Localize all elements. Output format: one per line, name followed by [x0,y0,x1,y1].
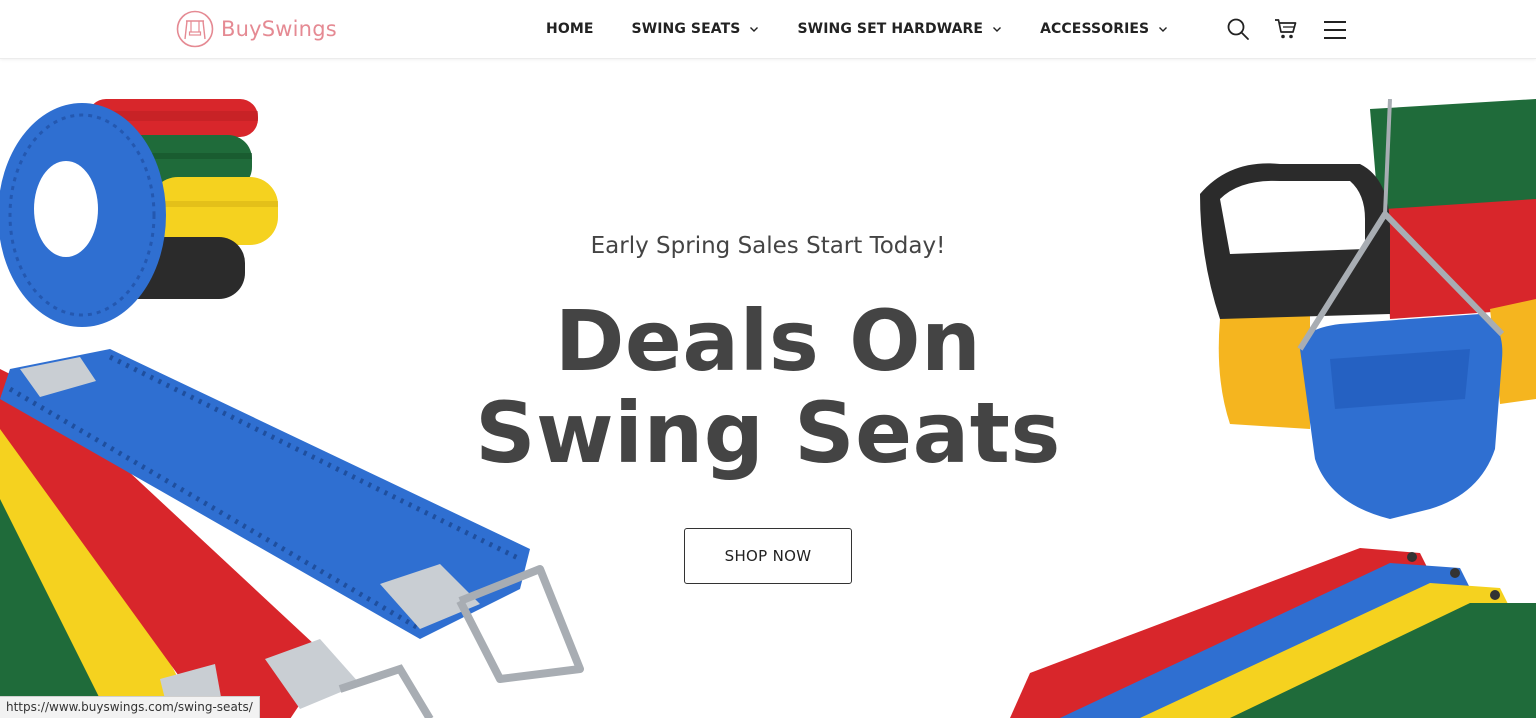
nav-item-label: HOME [546,21,594,37]
nav-item-label: SWING SEATS [631,21,741,37]
swing-logo-icon [176,10,214,48]
nav-item-accessories[interactable]: ACCESSORIES [1040,21,1168,37]
cart-button[interactable] [1274,17,1298,46]
bucket-swings-image [1200,99,1536,519]
nav-item-label: ACCESSORIES [1040,21,1150,37]
search-button[interactable] [1226,17,1250,46]
tire-swings-image [0,99,278,327]
nav-item-label: SWING SET HARDWARE [797,21,984,37]
menu-button[interactable] [1323,19,1347,46]
chevron-down-icon [750,27,759,32]
hero-title: Deals On Swing Seats [475,292,1061,482]
browser-status-url: https://www.buyswings.com/swing-seats/ [0,696,260,718]
chevron-down-icon [993,27,1002,32]
main-nav: HOME SWING SEATS SWING SET HARDWARE ACCE… [546,0,1206,58]
shop-now-button[interactable]: SHOP NOW [684,528,852,584]
brand-name: BuySwings [221,17,337,41]
menu-icon [1324,21,1346,39]
belt-swings-stack-image [1010,548,1536,718]
nav-item-swing-set-hardware[interactable]: SWING SET HARDWARE [797,21,1002,37]
site-header: BuySwings HOME SWING SEATS SWING SET HAR… [0,0,1536,59]
brand-logo[interactable]: BuySwings [176,10,337,48]
nav-item-swing-seats[interactable]: SWING SEATS [632,21,760,37]
cart-icon [1275,19,1297,39]
search-icon [1227,18,1249,40]
hero-subtitle: Early Spring Sales Start Today! [590,233,946,259]
hero-banner: Early Spring Sales Start Today! Deals On… [0,59,1536,718]
chevron-down-icon [1159,27,1168,32]
nav-item-home[interactable]: HOME [546,21,594,37]
